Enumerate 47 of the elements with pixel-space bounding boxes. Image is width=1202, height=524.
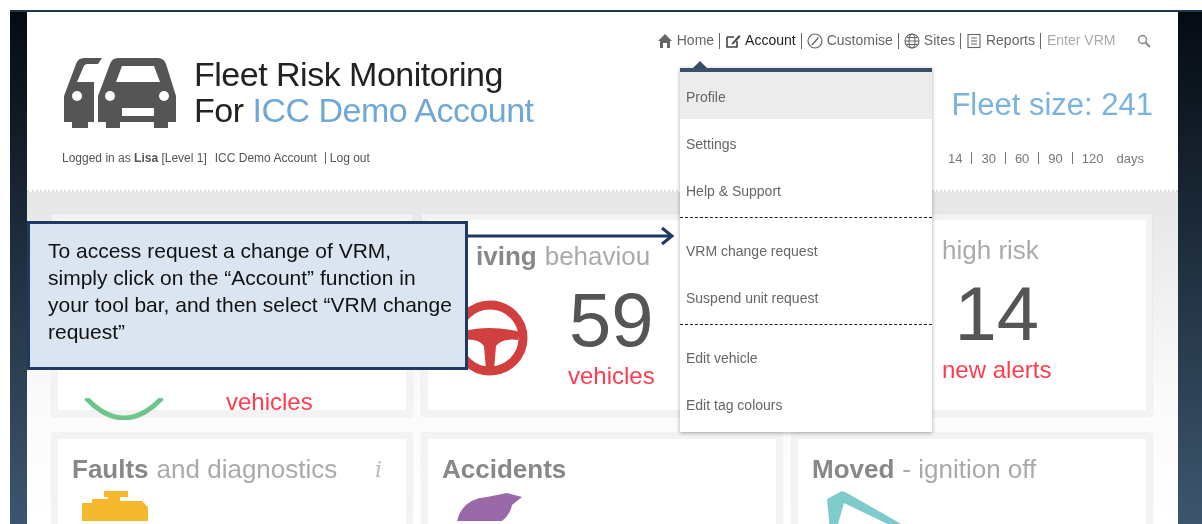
count-caption: vehicles — [226, 387, 313, 417]
count-caption: vehicles — [568, 361, 655, 391]
menu-item[interactable]: Help & Support — [680, 166, 932, 213]
gauge-icon — [82, 398, 166, 420]
card-subtitle: behaviou — [544, 239, 651, 273]
nav-link[interactable]: Account — [720, 30, 801, 51]
instruction-callout: To access request a change of VRM, simply click on the “Account” function in your tool bar, and then select “VRM change request” — [27, 221, 468, 370]
period-link[interactable]: 30 — [972, 148, 1005, 168]
fleet-size: Fleet size: 241 — [951, 86, 1153, 124]
account-title: For ICC Demo Account — [194, 92, 534, 128]
card-subtitle: and diagnostics — [156, 452, 338, 486]
menu-item[interactable]: VRM change request — [680, 226, 932, 273]
period-link[interactable]: 90 — [1039, 148, 1072, 168]
period-unit: days — [1115, 149, 1145, 168]
menu-item[interactable]: Profile — [680, 72, 932, 119]
edit-icon — [725, 32, 742, 49]
card-title: Accidents — [442, 452, 567, 486]
card-title: Moved — [812, 452, 895, 486]
globe-icon — [903, 32, 920, 49]
list-icon — [965, 32, 982, 49]
card-subtitle: high risk — [942, 233, 1039, 267]
vehicle-count: 59 — [569, 282, 654, 358]
nav-link[interactable]: Sites — [898, 30, 960, 51]
nav-link[interactable]: Home — [651, 30, 720, 51]
period-link[interactable]: 60 — [1005, 148, 1039, 168]
search-icon[interactable] — [1137, 33, 1151, 48]
menu-item[interactable]: Edit tag colours — [680, 380, 932, 427]
nav-link[interactable]: Reports — [960, 30, 1040, 51]
menu-item[interactable]: Suspend unit request — [680, 273, 932, 320]
login-info: Logged in as Lisa [Level 1] — [62, 150, 207, 168]
vehicle-count: 14 — [954, 276, 1039, 352]
vrm-search-field[interactable]: Enter VRM — [1041, 30, 1131, 51]
period-link[interactable]: 14 — [938, 148, 972, 168]
nav-link[interactable]: Customise — [801, 30, 898, 51]
period-link[interactable]: 120 — [1072, 148, 1113, 168]
app-title: Fleet Risk Monitoring — [194, 56, 504, 92]
count-caption: new alerts — [942, 355, 1052, 385]
cars-logo-icon — [62, 56, 178, 128]
card-title: iving — [476, 239, 537, 273]
menu-item[interactable]: Edit vehicle — [680, 333, 932, 380]
logout-link[interactable]: Log out — [329, 149, 370, 168]
account-name: ICC Demo Account — [214, 150, 317, 168]
home-icon — [656, 32, 673, 49]
card-title: Faults — [72, 452, 149, 486]
card-subtitle: - ignition off — [902, 452, 1037, 486]
brush-icon — [806, 32, 823, 49]
menu-item[interactable]: Settings — [680, 119, 932, 166]
